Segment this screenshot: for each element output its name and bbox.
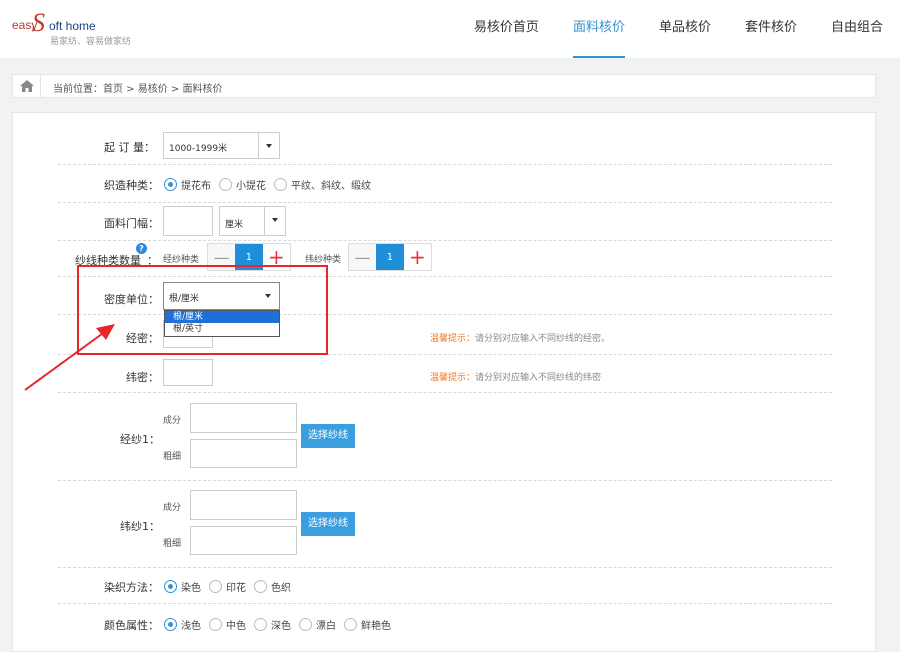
row-weft-yarn <box>58 481 832 568</box>
weave-option-jacquard[interactable]: 提花布 <box>164 177 211 192</box>
color-option-bright[interactable]: 鲜艳色 <box>344 617 391 632</box>
nav-free-combination[interactable]: 自由组合 <box>831 0 883 58</box>
weft-yarn-label: 纬纱1： <box>120 520 160 533</box>
logo-soft-home: oft home <box>49 19 96 33</box>
radio-icon <box>274 178 287 191</box>
radio-icon <box>209 618 222 631</box>
nav-fabric-pricing[interactable]: 面料核价 <box>572 0 625 58</box>
moq-label: 起 订 量： <box>104 141 155 154</box>
warp-composition-label: 成分 <box>163 416 182 426</box>
weft-fineness-input[interactable] <box>190 526 297 555</box>
dyeing-label: 染织方法： <box>104 581 159 594</box>
weft-composition-input[interactable] <box>190 490 297 520</box>
weft-count-value[interactable]: 1 <box>376 244 404 270</box>
dyeing-option-dyed[interactable]: 染色 <box>164 579 201 594</box>
radio-icon <box>209 580 222 593</box>
dyeing-option-printed[interactable]: 印花 <box>209 579 246 594</box>
warp-composition-input[interactable] <box>190 403 297 433</box>
nav-single-pricing[interactable]: 单品核价 <box>659 0 711 58</box>
color-option-medium[interactable]: 中色 <box>209 617 246 632</box>
radio-icon <box>254 580 267 593</box>
weft-density-input[interactable] <box>163 359 213 386</box>
weft-composition-label: 成分 <box>163 503 182 513</box>
weft-density-label: 纬密： <box>126 371 159 384</box>
radio-checked-icon <box>164 580 177 593</box>
weave-option-small-jacquard[interactable]: 小提花 <box>219 177 266 192</box>
main-nav: 易核价首页 面料核价 单品核价 套件核价 自由组合 <box>457 0 900 58</box>
color-option-dark[interactable]: 深色 <box>254 617 291 632</box>
radio-icon <box>299 618 312 631</box>
nav-home[interactable]: 易核价首页 <box>474 0 539 58</box>
header: easy S oft home 易家纺、容易做家纺 易核价首页 面料核价 单品核… <box>0 0 900 58</box>
select-warp-yarn-button[interactable]: 选择纱线 <box>301 424 355 448</box>
width-unit-select[interactable]: 厘米 <box>219 206 286 236</box>
chevron-down-icon <box>258 133 279 158</box>
color-label: 颜色属性： <box>104 619 159 632</box>
chevron-down-icon <box>264 207 285 235</box>
breadcrumb-text: 当前位置：首页 > 易核价 > 面料核价 <box>53 84 223 95</box>
radio-checked-icon <box>164 618 177 631</box>
warp-count-label: 经纱种类 <box>163 255 200 265</box>
select-weft-yarn-button[interactable]: 选择纱线 <box>301 512 355 536</box>
width-label: 面料门幅： <box>104 217 159 230</box>
moq-value: 1000-1999米 <box>169 144 228 154</box>
radio-icon <box>219 178 232 191</box>
home-icon[interactable] <box>13 75 41 97</box>
dyeing-option-yarn-dyed[interactable]: 色织 <box>254 579 291 594</box>
warp-density-tip: 温馨提示：请分别对应输入不同纱线的经密。 <box>430 334 611 344</box>
weft-count-label: 纬纱种类 <box>305 255 342 265</box>
plus-icon[interactable]: + <box>403 244 431 270</box>
radio-icon <box>344 618 357 631</box>
width-input[interactable] <box>163 206 213 236</box>
row-warp-yarn <box>58 393 832 481</box>
warp-fineness-input[interactable] <box>190 439 297 468</box>
warp-fineness-label: 粗细 <box>163 452 182 462</box>
minus-icon[interactable]: — <box>349 244 377 270</box>
nav-set-pricing[interactable]: 套件核价 <box>745 0 797 58</box>
logo[interactable]: easy S oft home 易家纺、容易做家纺 <box>12 10 152 50</box>
warp-yarn-label: 经纱1： <box>120 433 160 446</box>
weave-option-plain[interactable]: 平纹、斜纹、缎纹 <box>274 177 371 192</box>
moq-select[interactable]: 1000-1999米 <box>163 132 280 159</box>
radio-checked-icon <box>164 178 177 191</box>
weft-fineness-label: 粗细 <box>163 539 182 549</box>
weave-label: 织造种类： <box>104 179 159 192</box>
annotation-highlight-box <box>77 265 328 355</box>
weft-count-stepper[interactable]: — 1 + <box>348 243 432 271</box>
radio-icon <box>254 618 267 631</box>
help-icon[interactable]: ? <box>136 243 147 254</box>
color-option-light[interactable]: 浅色 <box>164 617 201 632</box>
weft-density-tip: 温馨提示：请分别对应输入不同纱线的纬密 <box>430 373 602 383</box>
logo-slogan: 易家纺、容易做家纺 <box>50 37 132 47</box>
logo-s: S <box>32 8 45 37</box>
color-option-bleached[interactable]: 漂白 <box>299 617 336 632</box>
breadcrumb: 当前位置：首页 > 易核价 > 面料核价 <box>12 74 876 98</box>
width-unit-value: 厘米 <box>225 220 244 230</box>
